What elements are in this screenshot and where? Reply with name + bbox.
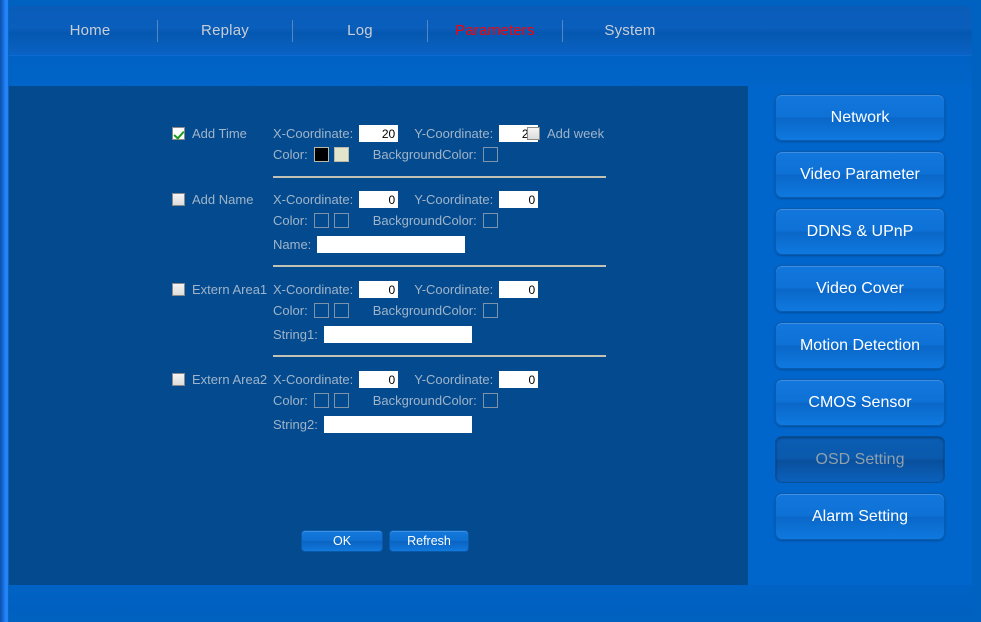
add-name-background-swatch[interactable] bbox=[482, 213, 498, 228]
add-week-label: Add week bbox=[547, 126, 605, 141]
extern-area2-text-field: String2: bbox=[273, 416, 472, 433]
top-navigation-items: Home Replay Log Parameters System bbox=[9, 6, 972, 55]
color-label: Color: bbox=[273, 213, 308, 228]
add-name-color-swatch-2[interactable] bbox=[333, 213, 349, 228]
add-time-colors: Color: BackgroundColor: bbox=[273, 147, 498, 162]
color-label: Color: bbox=[273, 147, 308, 162]
sidebar-item-motion-detection[interactable]: Motion Detection bbox=[775, 322, 945, 369]
background-color-label: BackgroundColor: bbox=[372, 147, 477, 162]
add-time-color-swatch-cream[interactable] bbox=[333, 147, 349, 162]
nav-separator bbox=[292, 19, 293, 42]
sidebar-item-alarm-setting[interactable]: Alarm Setting bbox=[775, 493, 945, 540]
row-separator-2 bbox=[273, 265, 606, 267]
extern-area2-coordinates: X-Coordinate: Y-Coordinate: bbox=[273, 371, 539, 388]
extern-area2-checkbox[interactable] bbox=[172, 373, 185, 386]
add-name-label: Add Name bbox=[192, 192, 254, 207]
x-coordinate-label: X-Coordinate: bbox=[273, 282, 354, 297]
name-input[interactable] bbox=[317, 236, 466, 253]
add-name-x-input[interactable] bbox=[359, 191, 399, 208]
string1-input[interactable] bbox=[323, 326, 472, 343]
extern-area1-background-swatch[interactable] bbox=[482, 303, 498, 318]
sidebar-item-video-parameter[interactable]: Video Parameter bbox=[775, 151, 945, 198]
extern-area1-colors: Color: BackgroundColor: bbox=[273, 303, 498, 318]
string1-field-label: String1: bbox=[273, 327, 318, 342]
x-coordinate-label: X-Coordinate: bbox=[273, 126, 354, 141]
extern-area1-color-swatch-1[interactable] bbox=[313, 303, 329, 318]
nav-under-band bbox=[9, 56, 972, 86]
left-edge-accent bbox=[5, 0, 8, 622]
add-time-checkbox-group[interactable]: Add Time bbox=[172, 126, 247, 141]
add-name-color-swatch-1[interactable] bbox=[313, 213, 329, 228]
add-time-label: Add Time bbox=[192, 126, 247, 141]
add-time-x-input[interactable] bbox=[359, 125, 399, 142]
add-time-color-swatch-black[interactable] bbox=[313, 147, 329, 162]
top-navigation-bar: Home Replay Log Parameters System bbox=[9, 6, 972, 56]
add-name-y-input[interactable] bbox=[499, 191, 539, 208]
add-week-checkbox-group[interactable]: Add week bbox=[527, 126, 604, 141]
extern-area2-x-input[interactable] bbox=[359, 371, 399, 388]
extern-area1-y-input[interactable] bbox=[499, 281, 539, 298]
row-separator-3 bbox=[273, 355, 606, 357]
nav-item-system[interactable]: System bbox=[563, 6, 697, 56]
y-coordinate-label: Y-Coordinate: bbox=[414, 372, 494, 387]
settings-sidebar: Network Video Parameter DDNS & UPnP Vide… bbox=[748, 86, 972, 585]
sidebar-item-video-cover[interactable]: Video Cover bbox=[775, 265, 945, 312]
extern-area2-color-swatch-1[interactable] bbox=[313, 393, 329, 408]
content-panel: Add Time X-Coordinate: Y-Coordinate: Add… bbox=[9, 86, 748, 585]
y-coordinate-label: Y-Coordinate: bbox=[414, 282, 494, 297]
background-color-label: BackgroundColor: bbox=[372, 213, 477, 228]
name-field-label: Name: bbox=[273, 237, 312, 252]
add-name-colors: Color: BackgroundColor: bbox=[273, 213, 498, 228]
nav-item-parameters[interactable]: Parameters bbox=[428, 6, 562, 56]
x-coordinate-label: X-Coordinate: bbox=[273, 192, 354, 207]
extern-area1-x-input[interactable] bbox=[359, 281, 399, 298]
nav-item-replay[interactable]: Replay bbox=[158, 6, 292, 56]
sidebar-item-osd-setting[interactable]: OSD Setting bbox=[775, 436, 945, 483]
y-coordinate-label: Y-Coordinate: bbox=[414, 126, 494, 141]
add-week-checkbox[interactable] bbox=[527, 127, 540, 140]
bottom-strip bbox=[9, 585, 972, 615]
application-window: Home Replay Log Parameters System Add Ti… bbox=[0, 0, 981, 622]
extern-area1-label: Extern Area1 bbox=[192, 282, 268, 297]
add-time-coordinates: X-Coordinate: Y-Coordinate: bbox=[273, 125, 539, 142]
add-name-checkbox[interactable] bbox=[172, 193, 185, 206]
extern-area2-y-input[interactable] bbox=[499, 371, 539, 388]
sidebar-item-cmos-sensor[interactable]: CMOS Sensor bbox=[775, 379, 945, 426]
extern-area2-color-swatch-2[interactable] bbox=[333, 393, 349, 408]
color-label: Color: bbox=[273, 393, 308, 408]
x-coordinate-label: X-Coordinate: bbox=[273, 372, 354, 387]
y-coordinate-label: Y-Coordinate: bbox=[414, 192, 494, 207]
add-name-checkbox-group[interactable]: Add Name bbox=[172, 192, 253, 207]
add-time-background-swatch[interactable] bbox=[482, 147, 498, 162]
add-time-checkbox[interactable] bbox=[172, 127, 185, 140]
nav-separator bbox=[157, 19, 158, 42]
extern-area1-checkbox-group[interactable]: Extern Area1 bbox=[172, 282, 267, 297]
extern-area1-color-swatch-2[interactable] bbox=[333, 303, 349, 318]
extern-area1-checkbox[interactable] bbox=[172, 283, 185, 296]
sidebar-item-network[interactable]: Network bbox=[775, 94, 945, 141]
add-name-coordinates: X-Coordinate: Y-Coordinate: bbox=[273, 191, 539, 208]
color-label: Color: bbox=[273, 303, 308, 318]
refresh-button[interactable]: Refresh bbox=[389, 530, 469, 552]
extern-area1-coordinates: X-Coordinate: Y-Coordinate: bbox=[273, 281, 539, 298]
osd-setting-form: Add Time X-Coordinate: Y-Coordinate: Add… bbox=[9, 86, 748, 585]
background-color-label: BackgroundColor: bbox=[372, 303, 477, 318]
nav-item-log[interactable]: Log bbox=[293, 6, 427, 56]
row-separator-1 bbox=[273, 176, 606, 178]
extern-area1-text-field: String1: bbox=[273, 326, 472, 343]
sidebar-item-ddns-upnp[interactable]: DDNS & UPnP bbox=[775, 208, 945, 255]
extern-area2-checkbox-group[interactable]: Extern Area2 bbox=[172, 372, 267, 387]
extern-area2-background-swatch[interactable] bbox=[482, 393, 498, 408]
extern-area2-label: Extern Area2 bbox=[192, 372, 268, 387]
nav-separator bbox=[427, 19, 428, 42]
nav-separator bbox=[562, 19, 563, 42]
string2-field-label: String2: bbox=[273, 417, 318, 432]
background-color-label: BackgroundColor: bbox=[372, 393, 477, 408]
extern-area2-colors: Color: BackgroundColor: bbox=[273, 393, 498, 408]
nav-item-home[interactable]: Home bbox=[23, 6, 157, 56]
string2-input[interactable] bbox=[323, 416, 472, 433]
add-name-text-field: Name: bbox=[273, 236, 466, 253]
ok-button[interactable]: OK bbox=[301, 530, 383, 552]
